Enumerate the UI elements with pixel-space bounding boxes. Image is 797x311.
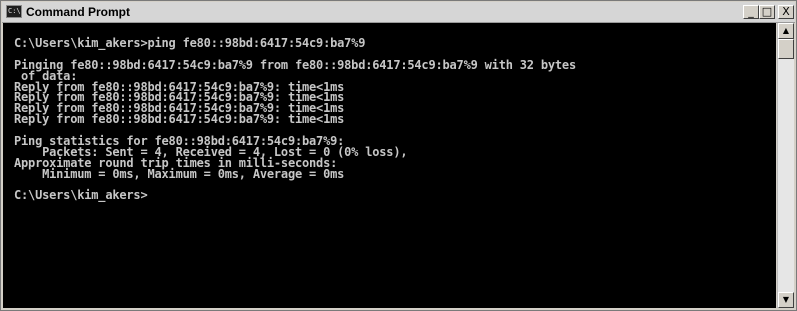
window-title: Command Prompt (26, 5, 131, 19)
vertical-scrollbar[interactable]: ▲ ▼ (777, 23, 794, 308)
command-prompt-window: C:\ Command Prompt _ □ X C:\Users\kim_ak… (0, 0, 797, 311)
title-bar[interactable]: C:\ Command Prompt _ □ X (2, 2, 795, 23)
console-line: C:\Users\kim_akers> (14, 188, 148, 203)
scroll-down-button[interactable]: ▼ (778, 292, 794, 308)
maximize-button[interactable]: □ (759, 5, 775, 19)
console-line: Reply from fe80::98bd:6417:54c9:ba7%9: t… (14, 112, 345, 127)
console-output-area[interactable]: C:\Users\kim_akers>ping fe80::98bd:6417:… (3, 23, 776, 308)
console-icon[interactable]: C:\ (6, 5, 22, 18)
scroll-thumb[interactable] (778, 39, 794, 59)
minimize-button[interactable]: _ (743, 5, 759, 19)
console-line: C:\Users\kim_akers>ping fe80::98bd:6417:… (14, 36, 366, 50)
console-line: Minimum = 0ms, Maximum = 0ms, Average = … (14, 166, 345, 181)
console-text: C:\Users\kim_akers>ping fe80::98bd:6417:… (14, 36, 576, 203)
close-button[interactable]: X (778, 5, 794, 19)
scroll-up-button[interactable]: ▲ (778, 23, 794, 39)
console-line: Pinging fe80::98bd:6417:54c9:ba7%9 from … (14, 57, 576, 72)
